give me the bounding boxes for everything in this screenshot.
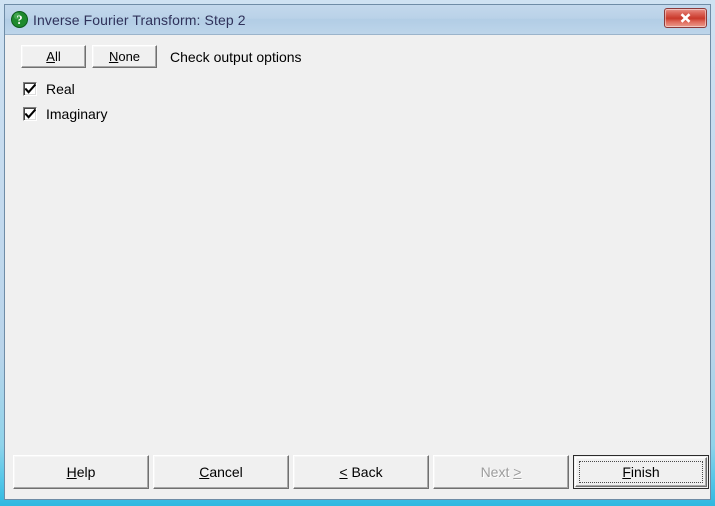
select-all-button[interactable]: All xyxy=(21,45,86,68)
finish-label: Finish xyxy=(622,464,660,480)
finish-button[interactable]: Finish xyxy=(575,457,707,487)
checkmark-icon xyxy=(25,84,36,94)
select-all-label: All xyxy=(46,49,61,64)
window-frame: ? Inverse Fourier Transform: Step 2 All xyxy=(4,4,711,500)
close-icon[interactable] xyxy=(664,8,707,28)
help-button[interactable]: Help xyxy=(13,455,149,489)
dialog-window: ? Inverse Fourier Transform: Step 2 All xyxy=(0,0,715,506)
help-label: Help xyxy=(66,464,96,480)
cancel-label: Cancel xyxy=(199,464,243,480)
finish-button-default-frame: Finish xyxy=(573,455,709,489)
select-none-label: None xyxy=(108,49,141,64)
checkbox-real[interactable] xyxy=(23,82,37,96)
cancel-button[interactable]: Cancel xyxy=(153,455,289,489)
window-title: Inverse Fourier Transform: Step 2 xyxy=(33,11,246,28)
select-all-mnemonic: A xyxy=(46,49,55,64)
checkmark-icon xyxy=(25,109,36,119)
option-row-real[interactable]: Real xyxy=(23,81,107,97)
next-label: Next > xyxy=(480,464,522,480)
output-options-list: Real Imaginary xyxy=(23,81,107,122)
select-none-mnemonic: N xyxy=(108,49,119,64)
title-bar[interactable]: ? Inverse Fourier Transform: Step 2 xyxy=(5,5,710,35)
back-button[interactable]: < Back xyxy=(293,455,429,489)
dialog-body: All None Check output options Real Imagi… xyxy=(5,35,710,499)
option-label-real: Real xyxy=(46,81,75,97)
option-row-imaginary[interactable]: Imaginary xyxy=(23,106,107,122)
dialog-button-row: Help Cancel < Back Next > Finish xyxy=(5,455,710,489)
checkbox-imaginary[interactable] xyxy=(23,107,37,121)
output-options-toolbar: All None Check output options xyxy=(21,45,302,68)
back-label: < Back xyxy=(339,464,383,480)
instruction-label: Check output options xyxy=(170,48,302,65)
select-none-button[interactable]: None xyxy=(92,45,157,68)
option-label-imaginary: Imaginary xyxy=(46,106,108,122)
next-button[interactable]: Next > xyxy=(433,455,569,489)
question-mark-icon: ? xyxy=(11,11,28,28)
svg-text:?: ? xyxy=(16,13,22,27)
